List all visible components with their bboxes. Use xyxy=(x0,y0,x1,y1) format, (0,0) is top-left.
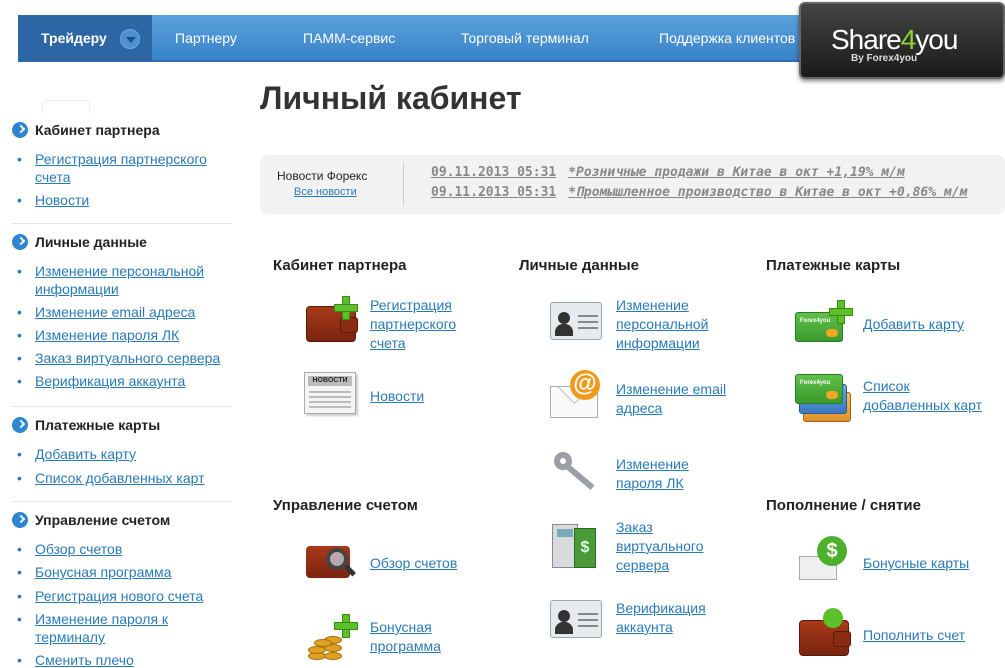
sidebar-item-card-list[interactable]: Список добавленных карт xyxy=(0,469,232,487)
nav-tab-label: Трейдеру xyxy=(41,30,107,46)
tile-label: Изменение email адреса xyxy=(616,381,727,416)
wallet-add-icon xyxy=(302,296,360,348)
sidebar-divider xyxy=(12,406,232,407)
news-item[interactable]: 09.11.2013 05:31 *Розничные продажи в Кит… xyxy=(431,165,905,180)
sidebar-item-personal-info[interactable]: Изменение персональной информации xyxy=(0,262,215,298)
group-title-funding: Пополнение / снятие xyxy=(766,497,921,514)
sidebar-tab xyxy=(42,100,90,114)
sidebar-item-terminal-password[interactable]: Изменение пароля к терминалу xyxy=(0,610,200,646)
sidebar-item-bonus-program[interactable]: Бонусная программа xyxy=(0,563,232,581)
chevron-down-icon xyxy=(120,29,140,49)
tile-label: Новости xyxy=(370,388,425,404)
sidebar-heading: Платежные карты xyxy=(0,415,232,435)
tile-label: Обзор счетов xyxy=(370,555,458,571)
news-text: *Промышленное производство в Китае в окт… xyxy=(568,185,968,200)
sidebar-heading: Кабинет партнера xyxy=(0,120,232,140)
sidebar-divider xyxy=(12,223,232,224)
tile-label: Верификация аккаунта xyxy=(616,600,706,635)
chevron-right-icon xyxy=(12,122,28,138)
key-icon xyxy=(548,446,606,498)
sidebar-item-add-card[interactable]: Добавить карту xyxy=(0,445,232,463)
logo-subtitle: By Forex4you xyxy=(851,53,918,64)
dollar-card-icon: $ xyxy=(795,536,853,588)
tile-virtual-server[interactable]: $ Заказ виртуального сервера xyxy=(548,518,748,578)
tile-verification[interactable]: Верификация аккаунта xyxy=(548,594,748,646)
news-label: Новости Форекс xyxy=(277,169,368,183)
sidebar-item-news[interactable]: Новости xyxy=(0,191,232,209)
id-card-icon xyxy=(548,296,606,348)
sidebar-heading-label: Кабинет партнера xyxy=(35,122,160,138)
page-title: Личный кабинет xyxy=(260,80,522,116)
tile-label: Бонусная программа xyxy=(370,619,441,654)
nav-tab-support[interactable]: Поддержка клиентов xyxy=(659,15,795,62)
sidebar-item-change-leverage[interactable]: Сменить плечо xyxy=(0,651,232,668)
email-at-icon: @ xyxy=(548,370,606,422)
group-title-partner: Кабинет партнера xyxy=(273,257,407,274)
wallet-search-icon xyxy=(302,536,360,588)
news-date: 09.11.2013 05:31 xyxy=(431,185,557,200)
news-divider xyxy=(403,163,404,205)
logo-wordmark: Share4you xyxy=(831,24,958,55)
nav-tab-trader[interactable]: Трейдеру xyxy=(18,15,152,62)
sidebar-heading: Управление счетом xyxy=(0,510,232,530)
tile-label: Изменение пароля ЛК xyxy=(616,456,689,491)
sidebar-item-new-account[interactable]: Регистрация нового счета xyxy=(0,587,232,605)
tile-accounts-overview[interactable]: Обзор счетов xyxy=(302,536,502,588)
sidebar-divider xyxy=(12,501,232,502)
nav-tab-terminal[interactable]: Торговый терминал xyxy=(461,15,589,62)
sidebar-section-partner: Кабинет партнера Регистрация партнерског… xyxy=(0,120,232,209)
sidebar-item-virtual-server[interactable]: Заказ виртуального сервера xyxy=(0,349,232,367)
card-add-icon: Forex4you xyxy=(795,300,853,352)
wallet-deposit-icon xyxy=(795,608,853,660)
chevron-right-icon xyxy=(12,234,28,250)
tile-personal-info[interactable]: Изменение персональной информации xyxy=(548,296,748,356)
news-item[interactable]: 09.11.2013 05:31 *Промышленное производст… xyxy=(431,185,967,200)
group-title-account: Управление счетом xyxy=(273,497,418,514)
chevron-right-icon xyxy=(12,512,28,528)
news-ticker: Новости Форекс Все новости 09.11.2013 05… xyxy=(260,155,1005,214)
nav-tab-partner[interactable]: Партнеру xyxy=(175,15,237,62)
cards-stack-icon: Forex4you xyxy=(795,372,853,424)
tile-change-password[interactable]: Изменение пароля ЛК xyxy=(548,446,748,498)
id-card-icon xyxy=(548,594,606,646)
group-title-personal: Личные данные xyxy=(519,257,639,274)
tile-change-email[interactable]: @ Изменение email адреса xyxy=(548,370,748,426)
tile-news[interactable]: НОВОСТИ Новости xyxy=(302,368,502,420)
tile-partner-registration[interactable]: Регистрация партнерского счета xyxy=(302,296,502,356)
sidebar-item-change-password[interactable]: Изменение пароля ЛК xyxy=(0,326,232,344)
sidebar-item-accounts-overview[interactable]: Обзор счетов xyxy=(0,540,232,558)
tile-deposit[interactable]: Пополнить счет xyxy=(795,608,995,660)
tile-label: Регистрация партнерского счета xyxy=(370,297,457,351)
sidebar-item-verification[interactable]: Верификация аккаунта xyxy=(0,372,232,390)
tile-label: Пополнить счет xyxy=(863,627,966,643)
tile-bonus-cards[interactable]: $ Бонусные карты xyxy=(795,536,995,588)
sidebar-heading-label: Личные данные xyxy=(35,234,147,250)
group-title-cards: Платежные карты xyxy=(766,257,901,274)
sidebar-heading: Личные данные xyxy=(0,232,232,252)
tile-bonus-program[interactable]: Бонусная программа xyxy=(302,612,502,668)
news-text: *Розничные продажи в Китае в окт +1,19% … xyxy=(568,165,905,180)
sidebar-item-change-email[interactable]: Изменение email адреса xyxy=(0,303,232,321)
sidebar-item-partner-registration[interactable]: Регистрация партнерского счета xyxy=(0,150,210,186)
news-date: 09.11.2013 05:31 xyxy=(431,165,557,180)
sidebar-section-account: Управление счетом Обзор счетов Бонусная … xyxy=(0,510,232,668)
tile-label: Добавить карту xyxy=(863,316,965,332)
sidebar-section-cards: Платежные карты Добавить карту Список до… xyxy=(0,415,232,487)
tile-label: Список добавленных карт xyxy=(863,378,983,413)
nav-tab-pamm[interactable]: ПАММ-сервис xyxy=(303,15,395,62)
tile-label: Бонусные карты xyxy=(863,555,970,571)
tile-label: Заказ виртуального сервера xyxy=(616,519,704,573)
coins-add-icon xyxy=(302,612,360,664)
sidebar-section-personal: Личные данные Изменение персональной инф… xyxy=(0,232,232,390)
tile-add-card[interactable]: Forex4you Добавить карту xyxy=(795,300,995,352)
cash-machine-icon: $ xyxy=(548,518,606,570)
share4you-logo[interactable]: Share4you By Forex4you xyxy=(799,2,1005,79)
tile-label: Изменение персональной информации xyxy=(616,297,709,351)
all-news-link[interactable]: Все новости xyxy=(294,186,357,198)
chevron-right-icon xyxy=(12,417,28,433)
sidebar-heading-label: Платежные карты xyxy=(35,417,161,433)
sidebar-heading-label: Управление счетом xyxy=(35,512,171,528)
newspaper-icon: НОВОСТИ xyxy=(302,368,360,420)
tile-card-list[interactable]: Forex4you Список добавленных карт xyxy=(795,372,995,428)
